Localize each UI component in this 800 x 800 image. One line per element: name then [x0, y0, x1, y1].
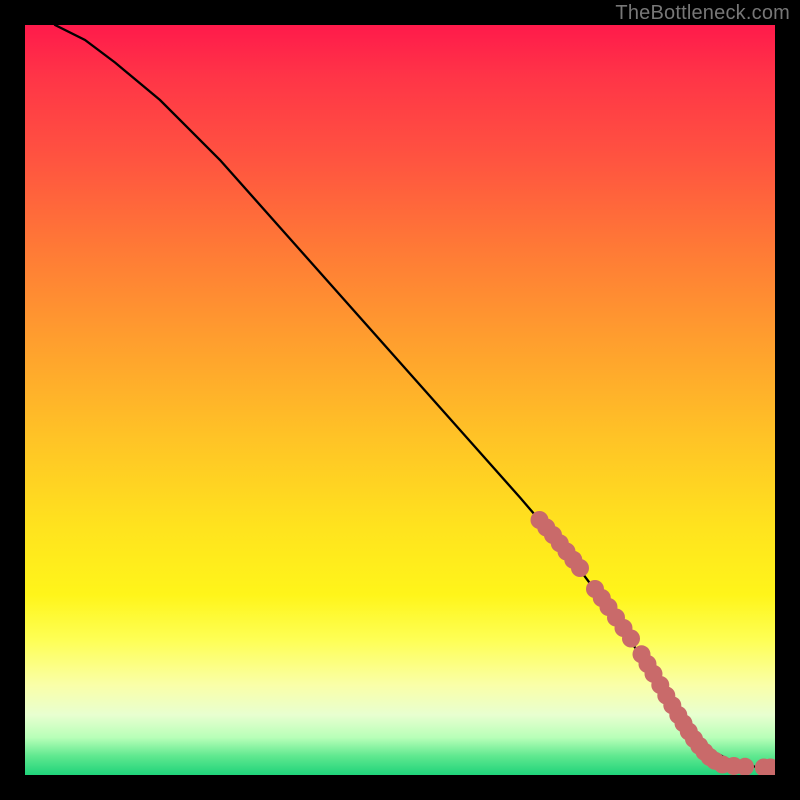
- watermark-text: TheBottleneck.com: [615, 2, 790, 25]
- data-point: [622, 630, 640, 648]
- chart-plot-area: [25, 25, 775, 775]
- data-point: [571, 559, 589, 577]
- marker-group: [531, 511, 776, 775]
- bottleneck-curve: [55, 25, 775, 768]
- data-point: [736, 758, 754, 775]
- chart-svg: [25, 25, 775, 775]
